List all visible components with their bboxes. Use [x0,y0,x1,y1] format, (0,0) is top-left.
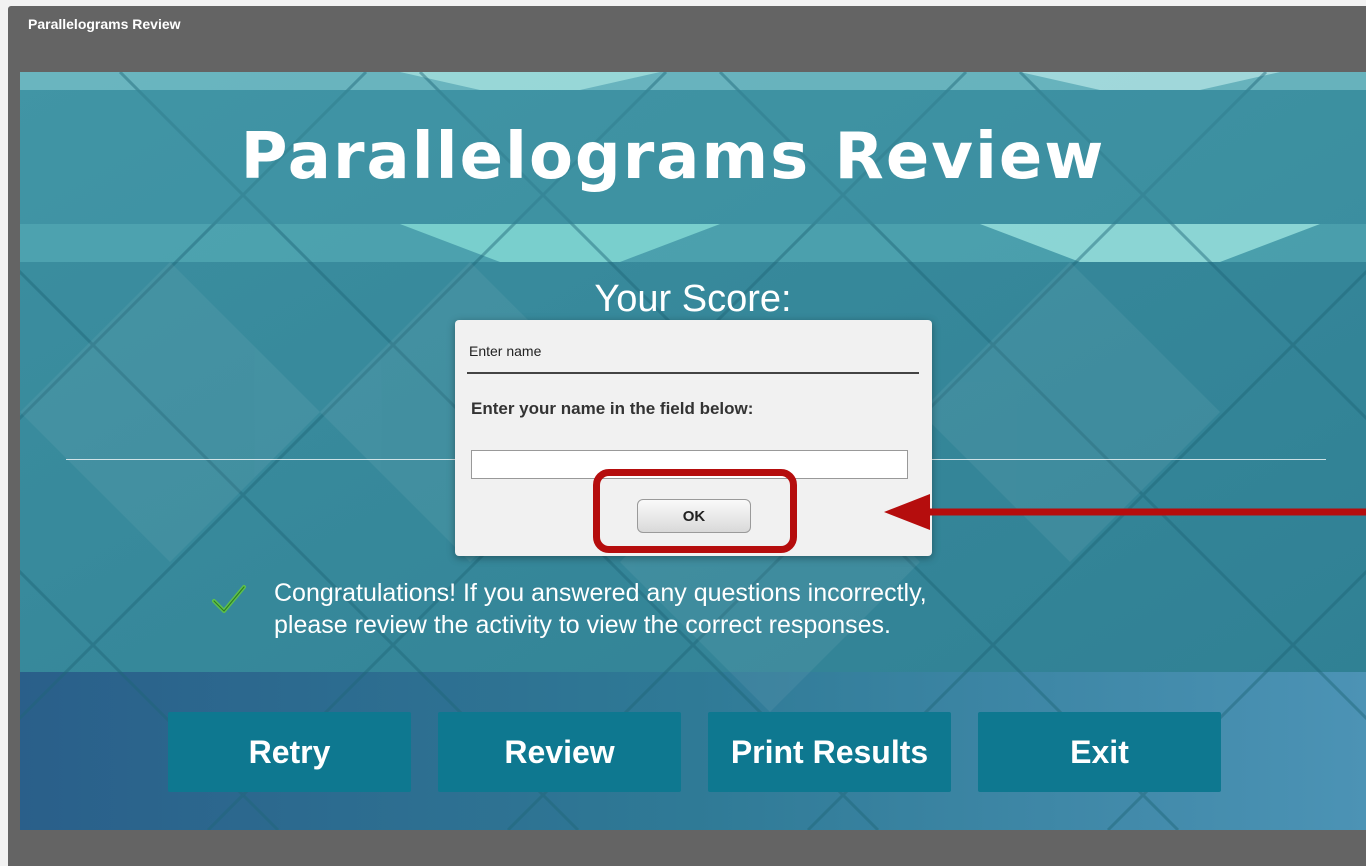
ok-highlight-box [593,469,797,553]
exit-button[interactable]: Exit [978,712,1221,792]
dialog-divider [467,372,919,374]
print-results-button[interactable]: Print Results [708,712,951,792]
review-button[interactable]: Review [438,712,681,792]
score-label: Your Score: [594,278,792,320]
page-title: Parallelograms Review [240,120,1106,194]
dialog-prompt: Enter your name in the field below: [471,399,754,418]
dialog-title: Enter name [469,343,542,359]
result-message-line-1: Congratulations! If you answered any que… [274,579,927,607]
check-icon [212,585,246,613]
window-title: Parallelograms Review [28,16,181,32]
result-message-line-2: please review the activity to view the c… [274,611,891,639]
retry-button[interactable]: Retry [168,712,411,792]
arrow-icon [884,494,1366,530]
result-message: Congratulations! If you answered any que… [274,577,1174,641]
